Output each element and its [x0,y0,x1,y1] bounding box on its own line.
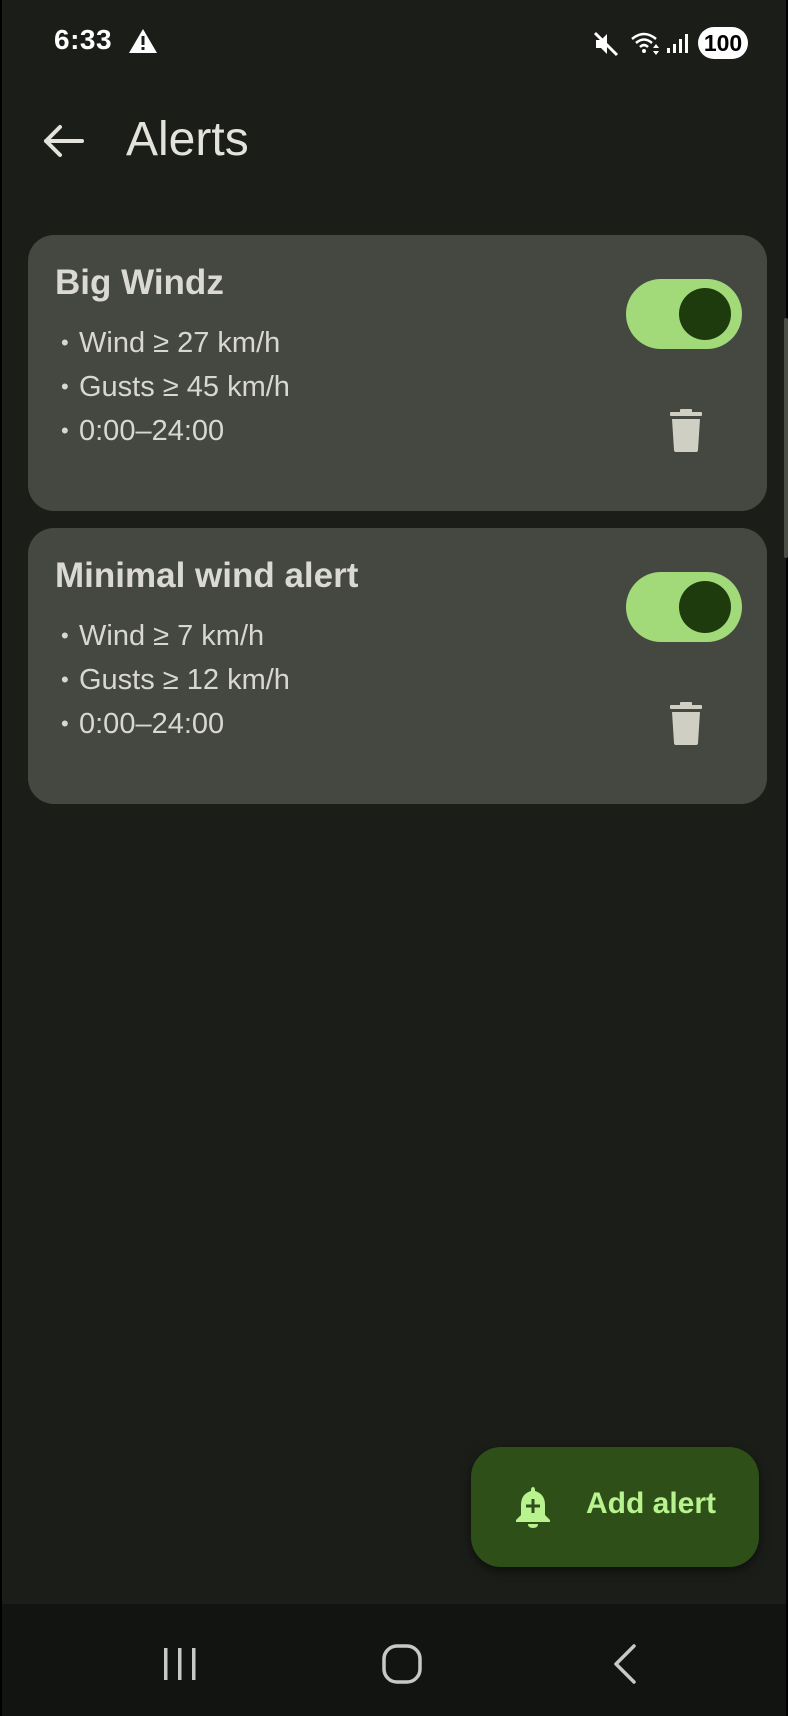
warning-icon [129,29,157,53]
alert-detail-text: Gusts ≥ 12 km/h [79,664,290,696]
alert-name: Minimal wind alert [55,556,359,595]
bullet: • [61,623,69,648]
alert-detail-text: Wind ≥ 27 km/h [79,327,281,359]
screen: 6:33 100 Alerts Big Windz • Wind ≥ 27 km… [0,0,788,1716]
alert-enabled-toggle[interactable] [626,572,742,642]
delete-icon[interactable] [669,409,703,453]
status-bar: 6:33 100 [2,0,786,86]
alert-card[interactable]: Minimal wind alert • Wind ≥ 7 km/h • Gusts… [28,528,767,804]
bullet: • [61,330,69,355]
add-alert-button[interactable]: Add alert [471,1447,759,1567]
alert-detail-text: Gusts ≥ 45 km/h [79,371,290,403]
add-alert-label: Add alert [586,1487,717,1520]
alert-name: Big Windz [55,263,224,302]
alert-details: • Wind ≥ 7 km/h • Gusts ≥ 12 km/h • 0:00–24… [61,614,290,746]
bullet: • [61,667,69,692]
alert-card[interactable]: Big Windz • Wind ≥ 27 km/h • Gusts ≥ 45 km… [28,235,767,511]
battery-indicator: 100 [698,27,748,59]
alert-detail-wind: • Wind ≥ 27 km/h [61,321,290,365]
bullet: • [61,418,69,443]
alert-detail-text: 0:00–24:00 [79,708,225,740]
wifi-icon [631,32,659,55]
alert-detail-time: • 0:00–24:00 [61,409,290,453]
top-app-bar: Alerts [2,96,786,186]
toggle-knob [679,581,731,633]
page-title: Alerts [126,113,249,166]
add-alert-bell-icon [516,1487,550,1528]
alert-enabled-toggle[interactable] [626,279,742,349]
mute-icon [593,31,619,57]
bullet: • [61,711,69,736]
alert-detail-wind: • Wind ≥ 7 km/h [61,614,290,658]
navigation-bar [2,1604,786,1716]
alert-detail-time: • 0:00–24:00 [61,702,290,746]
toggle-knob [679,288,731,340]
alert-detail-text: Wind ≥ 7 km/h [79,620,265,652]
alert-detail-text: 0:00–24:00 [79,415,225,447]
alert-details: • Wind ≥ 27 km/h • Gusts ≥ 45 km/h • 0:00–2… [61,321,290,453]
delete-icon[interactable] [669,702,703,746]
recents-icon[interactable] [158,1644,202,1684]
home-icon[interactable] [380,1642,424,1686]
signal-icon [667,34,688,53]
arrow-back-icon[interactable] [38,116,88,166]
scrollbar[interactable] [784,318,788,558]
bullet: • [61,374,69,399]
alert-detail-gusts: • Gusts ≥ 12 km/h [61,658,290,702]
status-time: 6:33 [54,24,113,55]
nav-back-icon[interactable] [606,1642,646,1686]
alert-detail-gusts: • Gusts ≥ 45 km/h [61,365,290,409]
